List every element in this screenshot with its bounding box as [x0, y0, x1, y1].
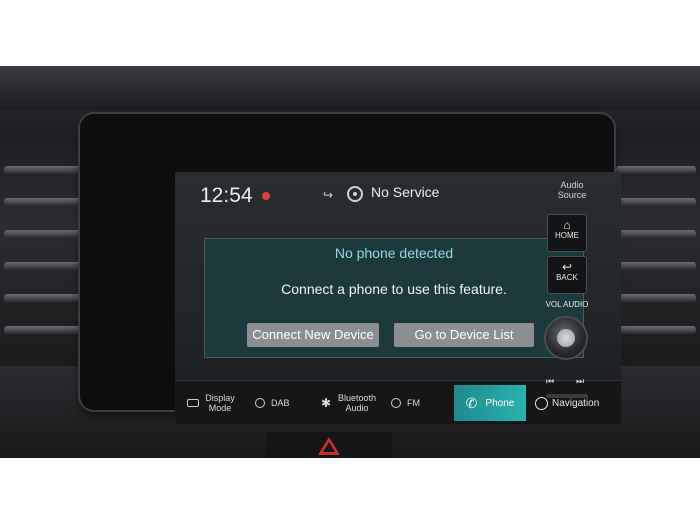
phone-label: Phone — [485, 397, 515, 409]
infotainment-unit: 12:54 ↪ No Service Audio Source No phone… — [80, 114, 621, 424]
antenna-icon — [347, 186, 363, 202]
audio-source-button[interactable]: Audio Source — [547, 180, 597, 200]
bluetooth-audio-label: Bluetooth Audio — [337, 393, 377, 413]
no-phone-dialog: No phone detected Connect a phone to use… — [204, 238, 584, 358]
dab-button[interactable]: DAB — [255, 381, 290, 424]
previous-track-icon[interactable]: ⏮ — [546, 376, 554, 387]
track-seek-bar — [546, 394, 588, 398]
phone-icon: ✆ — [465, 394, 478, 411]
dashboard-top-panel — [0, 66, 700, 110]
navigation-label: Navigation — [552, 397, 600, 409]
wifi-icon: ↪ — [323, 188, 334, 202]
fm-label: FM — [407, 398, 420, 408]
back-arrow-icon: ↩ — [561, 260, 573, 274]
display-mode-label: Display Mode — [205, 393, 235, 413]
home-label: HOME — [555, 231, 579, 240]
dialog-title: No phone detected — [334, 245, 454, 261]
phone-tab[interactable]: ✆ Phone — [454, 385, 526, 421]
notification-dot-icon — [262, 192, 270, 200]
connect-new-device-button[interactable]: Connect New Device — [247, 323, 379, 347]
next-track-icon[interactable]: ⏭ — [576, 376, 584, 387]
home-icon: ⌂ — [563, 218, 571, 232]
display-mode-button[interactable]: Display Mode — [187, 381, 235, 424]
display-mode-icon — [187, 399, 199, 407]
fm-radio-icon — [391, 398, 401, 408]
right-air-vent — [612, 136, 700, 366]
hazard-button[interactable] — [266, 432, 392, 458]
navigation-button[interactable]: Navigation — [535, 381, 599, 424]
volume-knob[interactable] — [546, 318, 586, 358]
service-status: No Service — [371, 184, 440, 200]
dab-label: DAB — [271, 398, 290, 408]
go-to-device-list-button[interactable]: Go to Device List — [394, 323, 534, 347]
navigation-icon — [535, 396, 548, 410]
vol-audio-label: VOL AUDIO — [545, 300, 589, 309]
home-button[interactable]: ⌂ HOME — [547, 214, 587, 252]
car-dashboard-photo: 12:54 ↪ No Service Audio Source No phone… — [0, 66, 700, 458]
bluetooth-icon: ✱ — [321, 396, 332, 410]
back-label: BACK — [556, 273, 578, 282]
bluetooth-audio-button[interactable]: ✱ Bluetooth Audio — [321, 381, 379, 424]
left-air-vent — [0, 136, 90, 366]
back-button[interactable]: ↩ BACK — [547, 256, 587, 294]
hazard-triangle-icon — [318, 437, 340, 455]
radio-icon — [255, 398, 265, 408]
clock: 12:54 — [200, 184, 253, 207]
dialog-message: Connect a phone to use this feature. — [281, 281, 507, 297]
fm-button[interactable]: FM — [391, 381, 420, 424]
